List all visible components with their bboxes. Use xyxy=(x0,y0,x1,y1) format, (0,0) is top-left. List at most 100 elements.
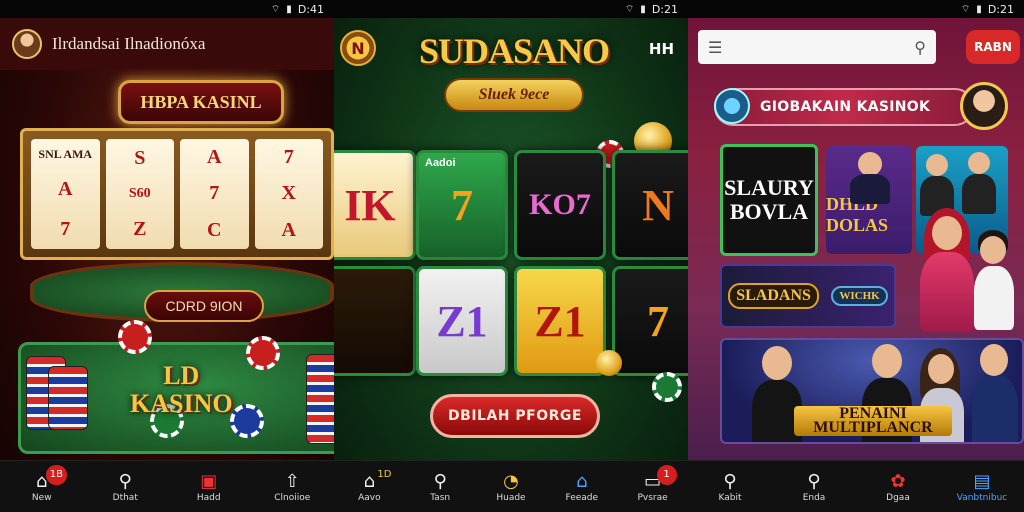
nav-label: Clnoiioe xyxy=(274,492,311,503)
menu-icon[interactable]: ☰ xyxy=(708,38,722,57)
section-banner: GIOBAKAIN KASINOK xyxy=(714,88,974,126)
status-time: D:21 xyxy=(651,2,678,16)
reel-symbol: SNL AMA xyxy=(38,147,93,162)
reel-symbol: A xyxy=(281,219,296,242)
slot-machine[interactable]: SNL AMA A 7 S S60 Z A 7 C 7 X A xyxy=(20,128,334,260)
page-title: SUDASANO xyxy=(418,31,610,71)
poker-chip xyxy=(118,320,152,354)
person-figure xyxy=(980,344,1008,376)
wifi-icon: ⌔ xyxy=(624,3,635,15)
person-figure xyxy=(968,152,990,174)
nav-item-kabit[interactable]: ⚲ Kabit xyxy=(700,463,760,511)
nav-item-vanbtnibuc[interactable]: ▤ Vanbtnibuc xyxy=(952,463,1012,511)
nav-item-aavo[interactable]: ⌂ Aavo 1D xyxy=(339,463,399,511)
person-figure xyxy=(962,174,996,214)
game-tile[interactable] xyxy=(334,266,416,376)
nav-label: Enda xyxy=(802,492,826,503)
nav-label: Vanbtnibuc xyxy=(956,492,1008,503)
game-tile[interactable]: Z1 xyxy=(416,266,508,376)
nav-item-dgaa[interactable]: ✿ Dgaa xyxy=(868,463,928,511)
wifi-icon: ⌔ xyxy=(270,3,281,15)
game-card-strip[interactable]: SLADANS WICHK xyxy=(720,264,896,328)
nav-item-clnoiioe[interactable]: ⇧ Clnoiioe xyxy=(262,463,322,511)
search-icon[interactable]: ⚲ xyxy=(914,38,926,57)
game-tile[interactable]: Aadoi 7 xyxy=(416,150,508,260)
person-figure xyxy=(858,152,882,176)
upload-icon: ⇧ xyxy=(284,470,300,492)
nav-label: Hadd xyxy=(196,492,221,503)
nav-label: Tasn xyxy=(430,492,451,503)
reel-symbol: 7 xyxy=(60,217,71,240)
search-icon: ⚲ xyxy=(433,470,447,492)
panel-slots-app: ⌔ ▮ D:21 N SUDASANO Sluek 9ece HH IK Aad… xyxy=(334,0,688,512)
game-tile[interactable]: IK xyxy=(334,150,416,260)
notification-badge: 1B xyxy=(45,464,67,485)
status-bar: ⌔ ▮ D:41 xyxy=(0,0,334,18)
nav-item-pvsrae[interactable]: ▭ Pvsrae 1 xyxy=(623,463,683,511)
logo-line: LD xyxy=(163,361,200,390)
strip-logo: SLADANS xyxy=(728,283,819,309)
nav-item-enda[interactable]: ⚲ Enda xyxy=(784,463,844,511)
host-figure xyxy=(920,252,974,332)
nav-item-hadd[interactable]: ▣ Hadd xyxy=(179,463,239,511)
person-figure xyxy=(980,236,1006,264)
reel-symbol: 7 xyxy=(209,182,220,205)
page-subtitle: Sluek 9ece xyxy=(444,78,584,112)
search-icon: ⚲ xyxy=(723,470,737,492)
game-card[interactable]: SLAURY BOVLA xyxy=(720,144,818,256)
slot-reel: SNL AMA A 7 xyxy=(31,139,100,249)
nav-label: Pvsrae xyxy=(637,492,668,503)
nav-item-huade[interactable]: ◔ Huade xyxy=(481,463,541,511)
game-label-pill[interactable]: CDRD 9ION xyxy=(144,290,264,322)
logo-line: KASINO xyxy=(130,389,233,418)
person-figure xyxy=(928,354,954,384)
game-card[interactable]: DHLD DOLAS xyxy=(826,146,912,254)
bottom-nav: ⌂ New 1B ⚲ Dthat ▣ Hadd ⇧ Clnoiioe xyxy=(0,460,334,512)
nav-item-tasn[interactable]: ⚲ Tasn xyxy=(410,463,470,511)
play-button[interactable]: DBILAH PFORGE xyxy=(430,394,600,438)
reel-symbol: S xyxy=(134,147,146,169)
avatar[interactable] xyxy=(12,29,42,59)
nav-item-new[interactable]: ⌂ New 1B xyxy=(12,463,72,511)
notification-badge: 1D xyxy=(377,469,392,480)
tile-symbol: Z1 xyxy=(534,296,586,346)
nav-label: Dthat xyxy=(112,492,138,503)
app-logo[interactable]: N xyxy=(340,30,376,66)
game-tile[interactable]: N xyxy=(612,150,688,260)
game-tile[interactable]: 7 xyxy=(612,266,688,376)
bottom-nav: ⌂ Aavo 1D ⚲ Tasn ◔ Huade ⌂ Feeade ▭ Pvsr… xyxy=(334,460,688,512)
person-figure xyxy=(926,154,948,176)
nav-item-dthat[interactable]: ⚲ Dthat xyxy=(95,463,155,511)
notification-badge: 1 xyxy=(656,464,677,485)
app-title: Ilrdandsai Ilnadionóxa xyxy=(52,34,206,53)
nav-label: Aavo xyxy=(358,492,381,503)
reel-symbol: S60 xyxy=(128,186,151,201)
status-bar: ⌔ ▮ D:21 xyxy=(334,0,688,18)
shield-icon xyxy=(714,88,750,124)
menu-icon[interactable]: HH xyxy=(649,40,674,58)
search-input[interactable]: ☰ ⚲ xyxy=(698,30,936,64)
chip-stack xyxy=(306,354,334,444)
tile-symbol: KO7 xyxy=(529,188,591,221)
tile-tag: Aadoi xyxy=(425,157,456,169)
app-header: Ilrdandsai Ilnadionóxa xyxy=(0,18,334,70)
avatar[interactable] xyxy=(960,82,1008,130)
slot-reel: S S60 Z xyxy=(105,139,174,249)
tile-symbol: 7 xyxy=(451,180,473,230)
clock-icon: ◔ xyxy=(503,470,519,492)
coin-decoration xyxy=(596,350,622,376)
card-label: PENAINI MULTIPLANCR xyxy=(794,406,952,436)
game-tile[interactable]: Z1 xyxy=(514,266,606,376)
chip-stack xyxy=(48,366,88,430)
person-figure xyxy=(762,346,792,380)
signal-icon: ▮ xyxy=(286,3,292,15)
poker-chip xyxy=(230,404,264,438)
game-card-multiplier[interactable]: PENAINI MULTIPLANCR xyxy=(720,338,1024,444)
header-button[interactable]: RABN xyxy=(966,30,1020,64)
wifi-icon: ⌔ xyxy=(960,3,971,15)
reel-symbol: A xyxy=(58,178,73,201)
panel-lobby-app: ⌔ ▮ D:21 ☰ ⚲ RABN GIOBAKAIN KASINOK SLAU… xyxy=(688,0,1024,512)
game-tile[interactable]: KO7 xyxy=(514,150,606,260)
nav-item-feeade[interactable]: ⌂ Feeade xyxy=(552,463,612,511)
tile-symbol: IK xyxy=(344,180,396,230)
